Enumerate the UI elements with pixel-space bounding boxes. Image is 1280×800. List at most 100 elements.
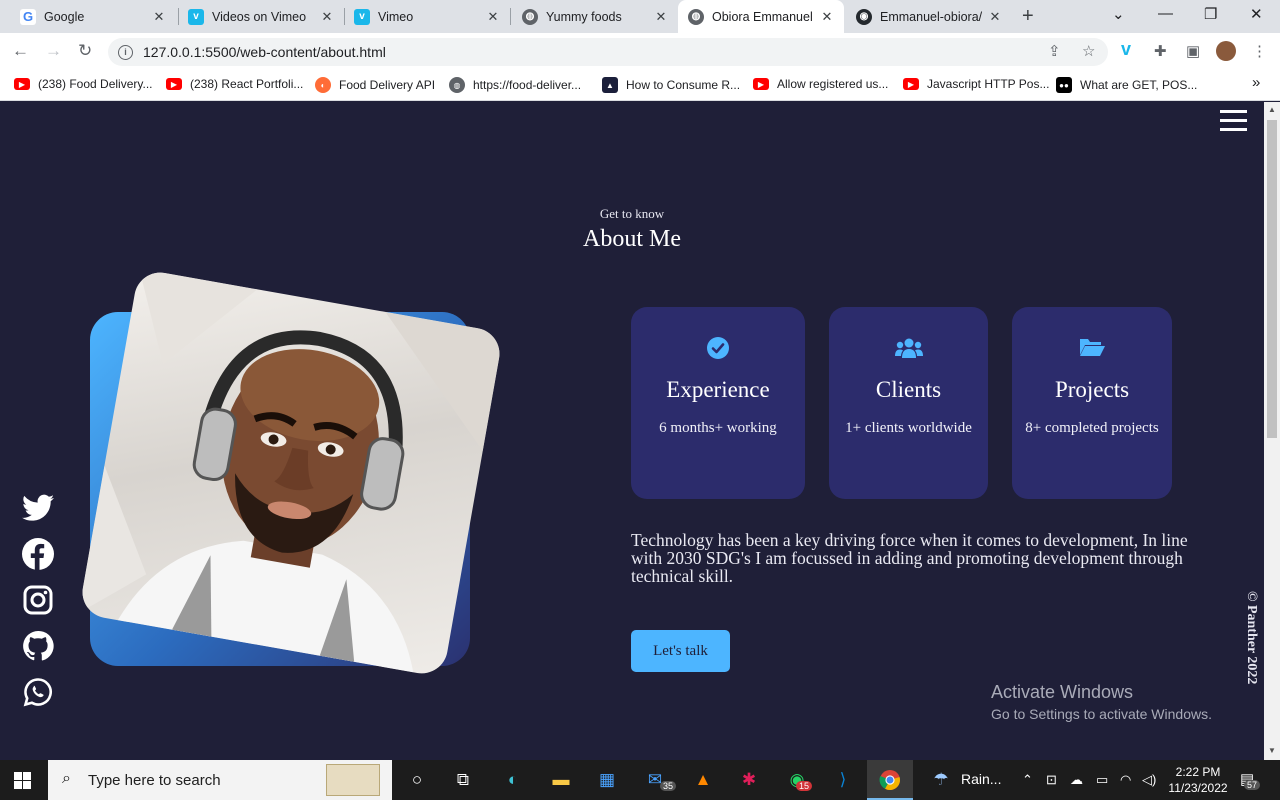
meet-now-icon[interactable]: ⊡ <box>1046 772 1057 788</box>
page-title: About Me <box>583 226 681 252</box>
github-icon: ◉ <box>856 8 872 25</box>
scroll-thumb[interactable] <box>1267 120 1277 438</box>
edge-icon[interactable]: ◐ <box>500 768 526 792</box>
globe-icon: ◍ <box>449 77 465 93</box>
whatsapp-icon[interactable] <box>20 676 56 708</box>
bookmark-item[interactable]: ●● What are GET, POS... <box>1056 77 1197 93</box>
forward-button[interactable]: → <box>45 41 62 61</box>
whatsapp-badge: 15 <box>796 781 813 791</box>
minimize-button[interactable]: — <box>1158 5 1173 22</box>
vscode-icon[interactable]: ⟩ <box>830 768 856 792</box>
page-content: Get to know About Me Experience 6 months… <box>0 102 1264 760</box>
globe-icon: ◍ <box>522 8 538 25</box>
tab-search-chevron-icon[interactable]: ⌄ <box>1112 5 1125 23</box>
experience-card: Experience 6 months+ working <box>631 307 805 499</box>
battery-icon[interactable]: ▭ <box>1096 772 1108 788</box>
card-text: 8+ completed projects <box>1025 420 1159 436</box>
card-title: Projects <box>1054 377 1130 402</box>
mail-badge: 35 <box>660 781 677 791</box>
instagram-icon[interactable] <box>20 584 56 616</box>
card-text: 1+ clients worldwide <box>845 420 972 436</box>
system-clock[interactable]: 2:22 PM 11/23/2022 <box>1160 764 1236 796</box>
youtube-icon: ▶ <box>166 78 182 90</box>
bookmarks-bar: ▶ (238) Food Delivery... ▶ (238) React P… <box>0 71 1280 101</box>
close-tab-icon[interactable]: ✕ <box>820 9 834 25</box>
scroll-up-arrow-icon[interactable]: ▲ <box>1268 105 1276 114</box>
store-icon[interactable]: ▦ <box>594 768 620 792</box>
toolbar: ← → ↻ i 127.0.0.1:5500/web-content/about… <box>0 33 1280 71</box>
task-view-cortana-icon[interactable]: ○ <box>404 768 430 792</box>
file-explorer-icon[interactable]: ▬ <box>548 768 574 792</box>
close-tab-icon[interactable]: ✕ <box>320 9 334 25</box>
share-icon[interactable]: ⇪ <box>1048 42 1061 60</box>
about-paragraph: Technology has been a key driving force … <box>631 530 1188 586</box>
bookmark-item[interactable]: ▲ How to Consume R... <box>602 77 740 93</box>
medium-icon: ●● <box>1056 77 1072 93</box>
tab-vimeo[interactable]: v Vimeo ✕ <box>344 0 510 33</box>
lets-talk-button[interactable]: Let's talk <box>631 630 730 672</box>
bookmark-item[interactable]: ◐ Food Delivery API <box>315 77 435 93</box>
vlc-icon[interactable]: ▲ <box>690 768 716 792</box>
users-icon <box>894 338 923 358</box>
task-view-icon[interactable]: ⧉ <box>450 768 476 792</box>
facebook-icon[interactable] <box>20 538 56 570</box>
taskbar-search-box[interactable]: ⌕ Type here to search <box>48 760 392 800</box>
windows-start-icon[interactable] <box>14 772 32 789</box>
onedrive-cloud-icon[interactable]: ☁ <box>1070 772 1083 788</box>
github-icon[interactable] <box>20 630 56 662</box>
wifi-icon[interactable]: ◠ <box>1120 772 1131 788</box>
bookmark-item[interactable]: ◍ https://food-deliver... <box>449 77 581 93</box>
tray-chevron-icon[interactable]: ⌃ <box>1022 772 1033 788</box>
vimeo-extension-icon[interactable]: v <box>1121 39 1131 60</box>
tab-github[interactable]: ◉ Emmanuel-obiora/ ✕ <box>846 0 1012 33</box>
page-scrollbar[interactable]: ▲ ▼ <box>1264 102 1280 760</box>
tab-yummy-foods[interactable]: ◍ Yummy foods ✕ <box>512 0 678 33</box>
card-text: 6 months+ working <box>659 420 777 436</box>
scroll-down-arrow-icon[interactable]: ▼ <box>1268 746 1276 755</box>
close-tab-icon[interactable]: ✕ <box>988 9 1002 25</box>
card-title: Experience <box>666 377 770 402</box>
restore-button[interactable]: ❐ <box>1204 5 1217 23</box>
bookmark-item[interactable]: ▶ (238) React Portfoli... <box>166 77 303 91</box>
site-info-icon[interactable]: i <box>118 44 133 60</box>
menu-kebab-icon[interactable]: ⋮ <box>1252 42 1267 60</box>
hamburger-menu-icon[interactable] <box>1220 110 1247 132</box>
back-button[interactable]: ← <box>12 41 29 61</box>
reload-button[interactable]: ↻ <box>78 41 92 61</box>
check-circle-icon <box>707 337 729 359</box>
profile-avatar[interactable] <box>1216 41 1236 61</box>
search-icon: ⌕ <box>62 770 71 787</box>
bookmark-item[interactable]: ▶ Allow registered us... <box>753 77 888 91</box>
youtube-icon: ▶ <box>903 78 919 90</box>
new-tab-button[interactable]: + <box>1022 5 1034 28</box>
close-window-button[interactable]: ✕ <box>1250 5 1263 23</box>
url-text[interactable]: 127.0.0.1:5500/web-content/about.html <box>143 44 386 60</box>
youtube-icon: ▶ <box>753 78 769 90</box>
tab-google[interactable]: G Google ✕ <box>10 0 176 33</box>
vimeo-icon: v <box>188 8 204 25</box>
slack-icon[interactable]: ✱ <box>736 768 762 792</box>
weather-rain-icon[interactable]: ☂ <box>928 768 954 792</box>
section-kicker: Get to know <box>599 206 665 221</box>
extensions-puzzle-icon[interactable]: ✚ <box>1154 42 1167 60</box>
weather-text[interactable]: Rain... <box>961 771 1001 787</box>
activate-windows-watermark: Activate Windows Go to Settings to activ… <box>991 682 1212 722</box>
bookmark-star-icon[interactable]: ☆ <box>1082 42 1095 60</box>
volume-icon[interactable]: ◁) <box>1142 772 1156 788</box>
address-bar[interactable]: i 127.0.0.1:5500/web-content/about.html <box>108 38 1108 66</box>
close-tab-icon[interactable]: ✕ <box>486 9 500 25</box>
notification-badge: 57 <box>1244 780 1261 790</box>
tab-obiora-emmanuel[interactable]: ◍ Obiora Emmanuel ✕ <box>678 0 844 33</box>
close-tab-icon[interactable]: ✕ <box>654 9 668 25</box>
folder-open-icon <box>1080 339 1105 356</box>
twitter-icon[interactable] <box>20 492 56 524</box>
side-panel-icon[interactable]: ▣ <box>1186 42 1200 60</box>
youtube-icon: ▶ <box>14 78 30 90</box>
postman-icon: ◐ <box>315 77 331 93</box>
more-bookmarks-button[interactable]: » <box>1252 74 1260 91</box>
tab-videos-vimeo[interactable]: v Videos on Vimeo ✕ <box>178 0 344 33</box>
bookmark-item[interactable]: ▶ Javascript HTTP Pos... <box>903 77 1049 91</box>
close-tab-icon[interactable]: ✕ <box>152 9 166 25</box>
chrome-icon[interactable] <box>877 768 903 792</box>
bookmark-item[interactable]: ▶ (238) Food Delivery... <box>14 77 153 91</box>
